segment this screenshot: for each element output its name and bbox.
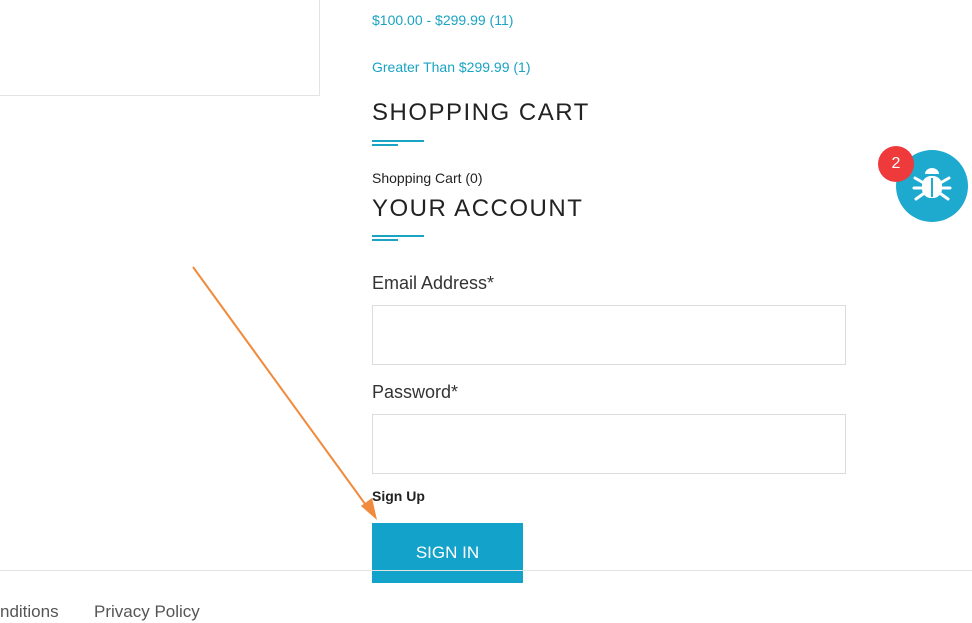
password-field[interactable]	[372, 414, 846, 474]
sign-up-link[interactable]: Sign Up	[372, 488, 425, 504]
footer-divider	[0, 570, 972, 571]
shopping-cart-link[interactable]: Shopping Cart (0)	[372, 170, 483, 186]
shopping-cart-title: SHOPPING CART	[372, 99, 590, 126]
your-account-title: YOUR ACCOUNT	[372, 195, 584, 222]
your-account-title-underline	[372, 235, 424, 241]
price-filter-100-299[interactable]: $100.00 - $299.99 (11)	[372, 12, 513, 28]
footer-link-privacy-policy[interactable]: Privacy Policy	[94, 602, 200, 622]
password-label: Password*	[372, 382, 459, 402]
price-filter-over-299[interactable]: Greater Than $299.99 (1)	[372, 59, 531, 75]
sidebar-panel	[0, 0, 320, 96]
shopping-cart-title-underline	[372, 140, 424, 146]
sign-in-button[interactable]: SIGN IN	[372, 523, 523, 583]
bug-count-badge: 2	[878, 146, 914, 182]
footer-link-conditions[interactable]: nditions	[0, 602, 59, 622]
bug-icon	[912, 168, 952, 201]
email-field[interactable]	[372, 305, 846, 365]
email-label: Email Address*	[372, 273, 495, 293]
